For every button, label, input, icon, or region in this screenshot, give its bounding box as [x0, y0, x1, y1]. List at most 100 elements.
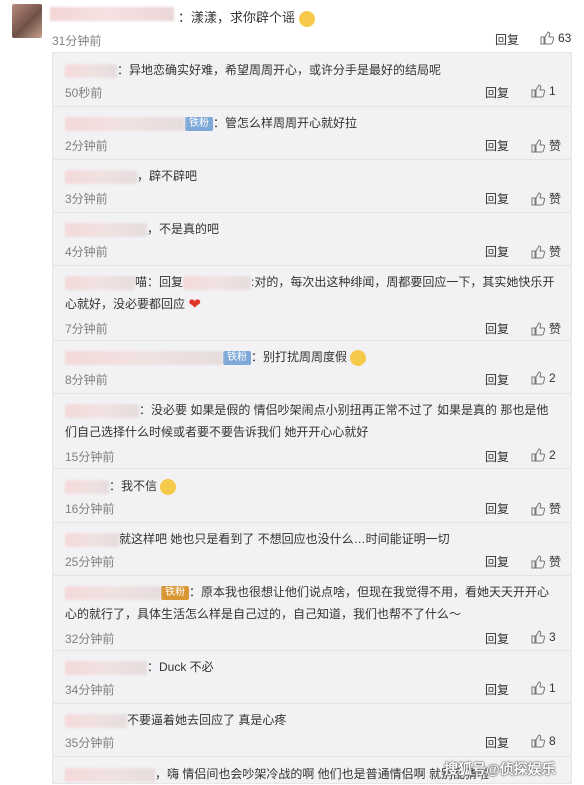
comment-time: 15分钟前: [65, 450, 115, 464]
list-item: ：异地恋确实好难，希望周周开心，或许分手是最好的结局呢 50秒前 回复 1: [65, 63, 556, 101]
tearful-face-emoji: [298, 10, 315, 27]
divider: [53, 212, 571, 213]
username-blurred[interactable]: [65, 479, 109, 494]
fan-badge: 铁粉: [161, 585, 189, 600]
list-item: ：没必要 如果是假的 情侣吵架闹点小别扭再正常不过了 如果是真的 那也是他 们自…: [65, 403, 556, 465]
divider: [53, 393, 571, 394]
red-heart-emoji: ❤: [188, 295, 201, 313]
reply-button[interactable]: 回复: [485, 734, 509, 751]
divider: [53, 650, 571, 651]
thumbs-up-icon: [531, 191, 545, 205]
like-button[interactable]: 赞: [531, 243, 561, 260]
thumbs-up-icon: [531, 554, 545, 568]
reply-button[interactable]: 回复: [485, 371, 509, 388]
comment-time: 32分钟前: [65, 632, 115, 646]
like-button[interactable]: 2: [531, 371, 556, 385]
like-button[interactable]: 1: [531, 84, 556, 98]
list-item: 喵：回复:对的，每次出这种绯闻，周都要回应一下，其实她快乐开 心就好，没必要都回…: [65, 275, 562, 337]
like-button[interactable]: 8: [531, 734, 556, 748]
thumbs-up-icon: [531, 321, 545, 335]
divider: [53, 575, 571, 576]
username-blurred[interactable]: [65, 350, 223, 365]
reply-button[interactable]: 回复: [485, 500, 509, 517]
thumbs-up-icon: [531, 138, 545, 152]
divider: [53, 468, 571, 469]
divider: [53, 159, 571, 160]
username-blurred[interactable]: [50, 7, 174, 21]
reply-button[interactable]: 回复: [485, 681, 509, 698]
mentioned-user-blurred[interactable]: [183, 275, 252, 290]
comment-time: 16分钟前: [65, 502, 115, 516]
like-button[interactable]: 赞: [531, 553, 561, 570]
comment-time: 25分钟前: [65, 555, 115, 569]
comment-time: 31分钟前: [52, 34, 102, 48]
list-item: 铁粉 ：原本我也很想让他们说点啥，但现在我觉得不用，看她天天开开心 心的就行了，具…: [65, 585, 556, 647]
reply-button[interactable]: 回复: [485, 243, 509, 260]
thumbs-up-icon: [531, 448, 545, 462]
reply-button[interactable]: 回复: [485, 137, 509, 154]
divider: [53, 522, 571, 523]
comment-time: 2分钟前: [65, 139, 108, 153]
fan-badge: 铁粉: [185, 116, 213, 131]
thumbs-up-icon: [540, 31, 554, 45]
thumbs-up-icon: [531, 681, 545, 695]
reply-button[interactable]: 回复: [495, 31, 519, 48]
reply-button[interactable]: 回复: [485, 84, 509, 101]
username-blurred[interactable]: [65, 660, 147, 675]
reply-button[interactable]: 回复: [485, 190, 509, 207]
like-button[interactable]: 2: [531, 448, 556, 462]
username-blurred[interactable]: [65, 585, 161, 600]
thumbs-up-icon: [531, 734, 545, 748]
watermark: 搜狐号@侦探娱乐: [444, 761, 556, 777]
list-item: 铁粉 ：别打扰周周度假 8分钟前 回复 2: [65, 349, 556, 388]
reply-list: ：异地恋确实好难，希望周周开心，或许分手是最好的结局呢 50秒前 回复 1 铁粉…: [52, 52, 572, 784]
reply-button[interactable]: 回复: [485, 630, 509, 647]
top-comment: ：漾漾，求你辟个谣 31分钟前 回复 63: [0, 0, 584, 52]
comment-text: ：漾漾，求你辟个谣: [178, 7, 315, 27]
comment-time: 35分钟前: [65, 736, 115, 750]
reply-button[interactable]: 回复: [485, 553, 509, 570]
divider: [53, 106, 571, 107]
reply-button[interactable]: 回复: [485, 320, 509, 337]
username-blurred[interactable]: [65, 63, 117, 78]
comment-time: 8分钟前: [65, 373, 108, 387]
like-button[interactable]: 赞: [531, 320, 561, 337]
like-button[interactable]: 赞: [531, 500, 561, 517]
comment-time: 4分钟前: [65, 245, 108, 259]
avatar[interactable]: [12, 4, 42, 38]
divider: [53, 756, 571, 757]
list-item: ：我不信 16分钟前 回复 赞: [65, 478, 562, 517]
username-blurred[interactable]: [65, 169, 137, 184]
thumbs-up-icon: [531, 501, 545, 515]
comment-time: 7分钟前: [65, 322, 108, 336]
thumbs-up-icon: [531, 630, 545, 644]
like-button[interactable]: 1: [531, 681, 556, 695]
comment-time: 3分钟前: [65, 192, 108, 206]
grinning-sweat-emoji: [350, 349, 367, 366]
thumbs-up-icon: [531, 371, 545, 385]
divider: [53, 340, 571, 341]
username-blurred[interactable]: [65, 767, 155, 782]
like-button[interactable]: 63: [540, 31, 571, 45]
list-item: ：Duck 不必 34分钟前 回复 1: [65, 660, 556, 698]
like-button[interactable]: 赞: [531, 137, 561, 154]
username-blurred[interactable]: [65, 116, 185, 131]
thumbs-up-icon: [531, 244, 545, 258]
comment-time: 34分钟前: [65, 683, 115, 697]
reply-button[interactable]: 回复: [485, 448, 509, 465]
list-item: 不要逼着她去回应了 真是心疼 35分钟前 回复 8: [65, 713, 556, 751]
tearful-face-emoji: [160, 478, 177, 495]
username-blurred[interactable]: [65, 222, 147, 237]
username-blurred[interactable]: [65, 532, 119, 547]
divider: [53, 265, 571, 266]
fan-badge: 铁粉: [223, 350, 251, 365]
like-button[interactable]: 3: [531, 630, 556, 644]
username-blurred[interactable]: [65, 713, 127, 728]
comment-time: 50秒前: [65, 86, 103, 100]
thumbs-up-icon: [531, 84, 545, 98]
divider: [53, 703, 571, 704]
list-item: 铁粉 ：管怎么样周周开心就好拉 2分钟前 回复 赞: [65, 116, 562, 154]
like-button[interactable]: 赞: [531, 190, 561, 207]
username-blurred[interactable]: [65, 275, 135, 290]
username-blurred[interactable]: [65, 403, 139, 418]
